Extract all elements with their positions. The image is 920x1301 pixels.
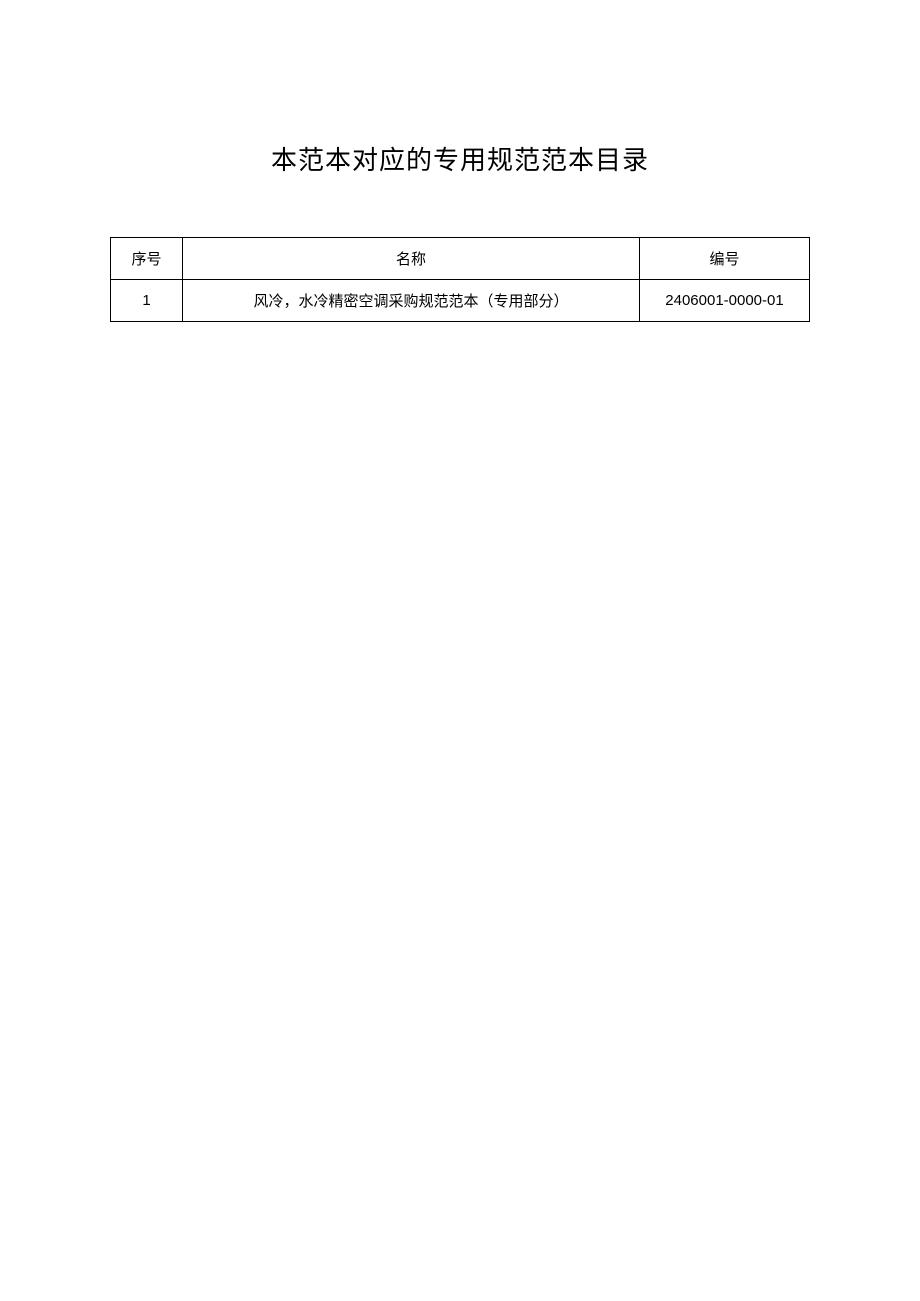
header-name: 名称 (183, 238, 640, 280)
spec-table: 序号 名称 编号 1 风冷，水冷精密空调采购规范范本（专用部分） 2406001… (110, 237, 810, 322)
page-title: 本范本对应的专用规范范本目录 (110, 140, 810, 177)
cell-code: 2406001-0000-01 (640, 280, 810, 322)
cell-name: 风冷，水冷精密空调采购规范范本（专用部分） (183, 280, 640, 322)
header-code: 编号 (640, 238, 810, 280)
table-header-row: 序号 名称 编号 (111, 238, 810, 280)
cell-index: 1 (111, 280, 183, 322)
header-index: 序号 (111, 238, 183, 280)
document-page: 本范本对应的专用规范范本目录 序号 名称 编号 1 风冷，水冷精密空调采购规范范… (0, 0, 920, 322)
table-row: 1 风冷，水冷精密空调采购规范范本（专用部分） 2406001-0000-01 (111, 280, 810, 322)
